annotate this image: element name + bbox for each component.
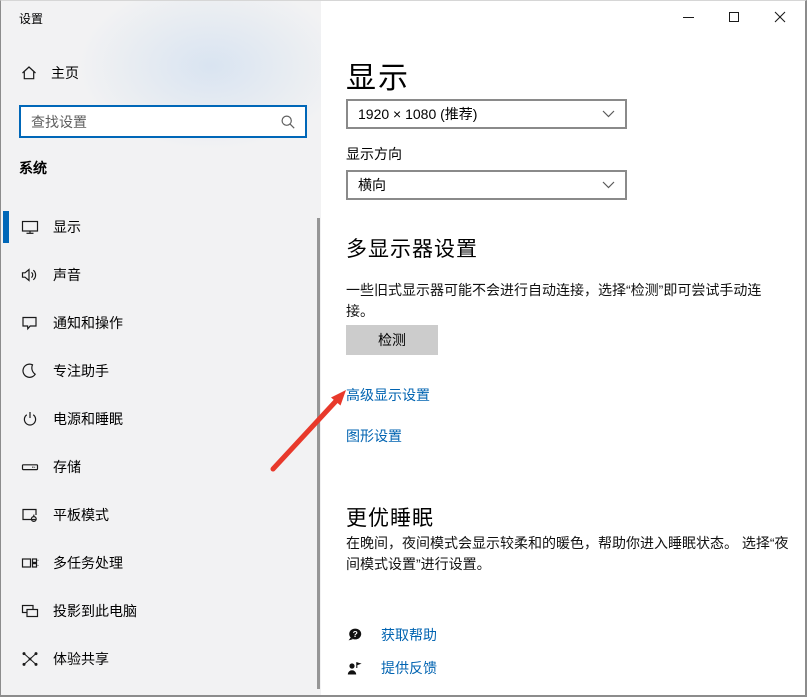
detect-button[interactable]: 检测 — [346, 325, 438, 355]
sidebar-item-label: 声音 — [53, 265, 81, 285]
speaker-icon — [21, 267, 39, 283]
maximize-icon — [729, 12, 739, 22]
storage-icon — [21, 459, 39, 475]
resolution-dropdown[interactable]: 1920 × 1080 (推荐) — [346, 99, 627, 129]
sidebar-item-label: 平板模式 — [53, 505, 109, 525]
sidebar-item-home[interactable]: 主页 — [21, 63, 79, 83]
better-sleep-heading: 更优睡眠 — [346, 502, 434, 532]
sidebar-item-focus-assist[interactable]: 专注助手 — [1, 347, 314, 395]
settings-window: 设置 主页 系统 — [0, 0, 807, 697]
sidebar-item-storage[interactable]: 存储 — [1, 443, 314, 491]
minimize-icon — [683, 17, 694, 18]
monitor-icon — [21, 219, 39, 235]
sidebar-item-label: 显示 — [53, 217, 81, 237]
sidebar-item-display[interactable]: 显示 — [1, 203, 314, 251]
sidebar-item-projecting[interactable]: 投影到此电脑 — [1, 587, 314, 635]
minimize-button[interactable] — [665, 1, 711, 33]
get-help-label: 获取帮助 — [381, 625, 437, 645]
close-icon — [774, 11, 786, 23]
page-title: 显示 — [346, 53, 410, 97]
sidebar-item-shared-experiences[interactable]: 体验共享 — [1, 635, 314, 683]
sidebar-item-label: 电源和睡眠 — [53, 409, 123, 429]
orientation-label: 显示方向 — [346, 144, 402, 164]
window-controls — [665, 1, 803, 33]
home-icon — [21, 65, 37, 81]
sidebar-item-tablet-mode[interactable]: 平板模式 — [1, 491, 314, 539]
feedback-label: 提供反馈 — [381, 658, 437, 678]
sidebar-item-label: 多任务处理 — [53, 553, 123, 573]
maximize-button[interactable] — [711, 1, 757, 33]
chevron-down-icon — [602, 110, 615, 118]
close-button[interactable] — [757, 1, 803, 33]
sidebar-item-label: 通知和操作 — [53, 313, 123, 333]
better-sleep-description: 在晚间，夜间模式会显示较柔和的暖色，帮助你进入睡眠状态。 选择“夜间模式设置”进… — [346, 533, 791, 575]
sidebar-nav: 显示 声音 通知和操作 — [1, 203, 314, 683]
get-help-icon: ? — [346, 627, 364, 643]
sidebar-scrollbar-thumb[interactable] — [317, 218, 320, 689]
sidebar-home-label: 主页 — [51, 63, 79, 83]
graphics-settings-link[interactable]: 图形设置 — [346, 426, 402, 446]
chevron-down-icon — [602, 181, 615, 189]
window-title: 设置 — [19, 10, 43, 27]
sidebar-item-sound[interactable]: 声音 — [1, 251, 314, 299]
orientation-value: 横向 — [358, 175, 386, 195]
multitask-icon — [21, 555, 39, 571]
multi-display-description: 一些旧式显示器可能不会进行自动连接，选择“检测”即可尝试手动连接。 — [346, 280, 784, 322]
sidebar-item-label: 投影到此电脑 — [53, 601, 137, 621]
share-icon — [21, 651, 39, 667]
orientation-dropdown[interactable]: 横向 — [346, 170, 627, 200]
multi-display-heading: 多显示器设置 — [346, 233, 478, 263]
search-input[interactable] — [21, 114, 280, 130]
sidebar-section-system: 系统 — [19, 158, 47, 178]
search-icon[interactable] — [280, 114, 296, 130]
resolution-value: 1920 × 1080 (推荐) — [358, 104, 477, 124]
sidebar-item-notifications[interactable]: 通知和操作 — [1, 299, 314, 347]
sidebar: 设置 主页 系统 — [1, 1, 321, 695]
sidebar-item-label: 专注助手 — [53, 361, 109, 381]
svg-text:?: ? — [353, 629, 358, 639]
feedback-icon — [346, 660, 364, 676]
project-icon — [21, 603, 39, 619]
search-box[interactable] — [19, 105, 307, 138]
tablet-icon — [21, 507, 39, 523]
moon-icon — [21, 363, 39, 379]
sidebar-item-label: 体验共享 — [53, 649, 109, 669]
sidebar-item-power-sleep[interactable]: 电源和睡眠 — [1, 395, 314, 443]
sidebar-item-label: 存储 — [53, 457, 81, 477]
get-help-link[interactable]: ? 获取帮助 — [346, 625, 437, 645]
advanced-display-settings-link[interactable]: 高级显示设置 — [346, 385, 430, 405]
selected-indicator — [3, 211, 9, 243]
sidebar-item-multitasking[interactable]: 多任务处理 — [1, 539, 314, 587]
main-panel: 显示 1920 × 1080 (推荐) 显示方向 横向 多显示器设置 一些旧式显… — [321, 1, 805, 695]
notification-icon — [21, 315, 39, 331]
feedback-link[interactable]: 提供反馈 — [346, 658, 437, 678]
power-icon — [21, 411, 39, 427]
